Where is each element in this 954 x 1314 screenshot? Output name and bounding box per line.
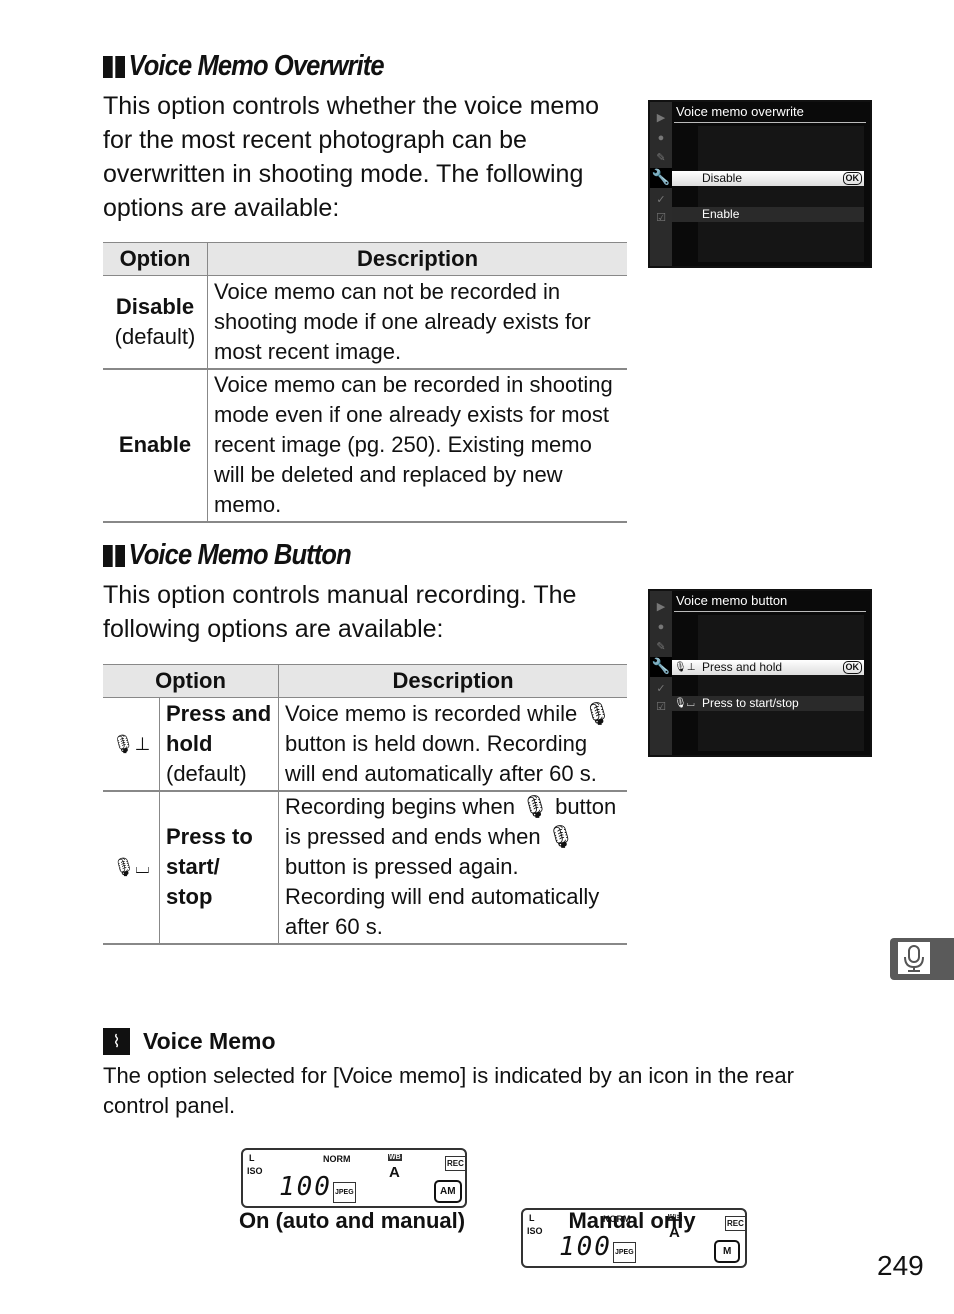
note-body: The option selected for [Voice memo] is … <box>103 1063 794 1118</box>
option-cell: Enable <box>103 368 208 522</box>
microphone-icon <box>898 942 930 974</box>
menu-item-press-to-start-stop[interactable]: 🎙⌴ Press to start/stop <box>672 696 864 711</box>
option-cell: Press to start/ stop <box>159 790 279 944</box>
shooting-menu-icon: ● <box>657 621 665 633</box>
menu-sidebar: ▶ ● ✎ 🔧 ✓ ☑ <box>650 591 672 755</box>
my-menu-icon: ☑ <box>656 212 666 224</box>
section-marker-icon <box>103 544 125 567</box>
section-title-voice-memo-button: Voice Memo Button <box>103 539 352 572</box>
option-cell: Press and hold (default) <box>159 697 279 791</box>
menu-sidebar: ▶ ● ✎ 🔧 ✓ ☑ <box>650 102 672 266</box>
table-row: 🎙⌴ Press to start/ stop Recording begins… <box>103 790 627 944</box>
my-menu-icon: ☑ <box>656 701 666 713</box>
voice-memo-indicator: M <box>714 1240 741 1263</box>
table-row: Enable Voice memo can be recorded in sho… <box>103 368 627 522</box>
retouch-menu-icon: ✓ <box>656 194 666 206</box>
table-header-option: Option <box>103 664 279 698</box>
description-cell: Voice memo is recorded while 🎙 button is… <box>285 700 612 786</box>
panel-caption: Manual only <box>568 1208 696 1233</box>
screen-title: Voice memo overwrite <box>676 104 804 119</box>
section-marker-icon <box>103 55 125 78</box>
setup-menu-icon: 🔧 <box>650 657 672 677</box>
ok-icon: OK <box>842 172 862 185</box>
voice-memo-indicator: AM <box>434 1180 462 1203</box>
description-cell: Voice memo can be recorded in shooting m… <box>214 372 613 517</box>
camera-screen-overwrite: ▶ ● ✎ 🔧 ✓ ☑ Voice memo overwrite Disable… <box>648 100 872 268</box>
section-intro: This option controls whether the voice m… <box>103 92 600 222</box>
mic-press-toggle-icon: 🎙⌴ <box>103 790 160 944</box>
table-header-description: Description <box>207 242 627 276</box>
menu-item-press-and-hold[interactable]: 🎙⊥ Press and hold OK <box>672 660 864 675</box>
page-number: 249 <box>877 1250 924 1281</box>
options-table-overwrite: Option Description Disable (default) Voic… <box>103 242 627 523</box>
setup-menu-icon: 🔧 <box>650 168 672 188</box>
table-row: Disable (default) Voice memo can not be r… <box>103 275 627 369</box>
shooting-menu-icon: ● <box>657 132 665 144</box>
control-panel-auto-manual: L ISO 100 NORM JPEG WB A REC AM <box>241 1148 467 1208</box>
section-intro: This option controls manual recording. T… <box>103 581 577 643</box>
chapter-tab <box>890 938 954 980</box>
mic-press-hold-icon: 🎙⊥ <box>674 662 696 673</box>
paperclip-icon: ⌇ <box>103 1028 130 1055</box>
option-cell: Disable (default) <box>103 275 208 369</box>
playback-menu-icon: ▶ <box>656 601 666 613</box>
playback-menu-icon: ▶ <box>656 112 666 124</box>
description-cell: Recording begins when 🎙 button is presse… <box>285 794 617 939</box>
custom-settings-icon: ✎ <box>656 641 666 653</box>
screen-title: Voice memo button <box>676 593 788 608</box>
mic-press-hold-icon: 🎙⊥ <box>103 697 160 791</box>
note-heading: ⌇ Voice Memo <box>103 1028 276 1055</box>
menu-item-enable[interactable]: Enable <box>672 207 864 222</box>
options-table-button: Option Description 🎙⊥ Press and hold (def… <box>103 664 627 945</box>
camera-screen-button: ▶ ● ✎ 🔧 ✓ ☑ Voice memo button 🎙⊥ Press a… <box>648 589 872 757</box>
ok-icon: OK <box>842 661 862 674</box>
panel-caption: On (auto and manual) <box>238 1208 466 1233</box>
description-cell: Voice memo can not be recorded in shooti… <box>214 278 591 364</box>
mic-press-toggle-icon: 🎙⌴ <box>674 698 695 709</box>
menu-item-disable[interactable]: Disable OK <box>672 171 864 186</box>
table-row: 🎙⊥ Press and hold (default) Voice memo is… <box>103 697 627 791</box>
retouch-menu-icon: ✓ <box>656 683 666 695</box>
custom-settings-icon: ✎ <box>656 152 666 164</box>
section-title-voice-memo-overwrite: Voice Memo Overwrite <box>103 50 385 83</box>
table-header-description: Description <box>278 664 627 698</box>
table-header-option: Option <box>103 242 208 276</box>
